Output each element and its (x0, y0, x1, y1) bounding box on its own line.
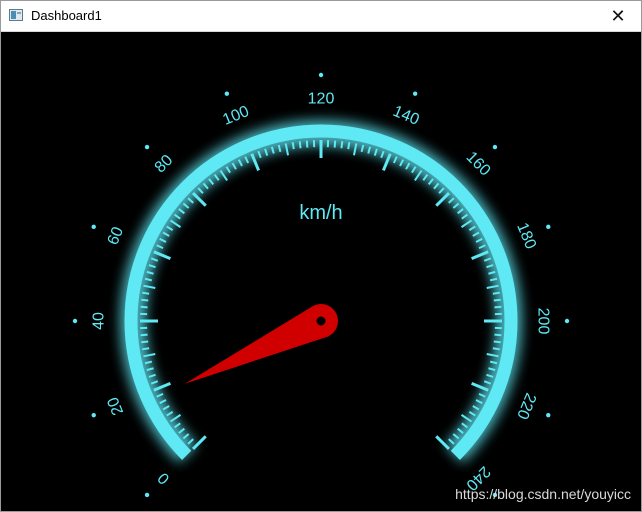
speed-needle (184, 303, 338, 384)
tick-label: 160 (463, 149, 494, 180)
minor-tick (141, 340, 149, 344)
outer-dot (546, 412, 551, 418)
minor-tick (494, 333, 502, 337)
minor-tick (305, 140, 309, 148)
outer-dot (412, 91, 418, 96)
outer-dot (564, 318, 570, 324)
outer-dot (318, 72, 324, 78)
window-title: Dashboard1 (31, 8, 102, 23)
outer-dot (492, 144, 498, 150)
minor-tick (291, 142, 295, 150)
watermark-text: https://blog.csdn.net/youyicc (455, 486, 631, 502)
minor-tick (492, 347, 500, 351)
minor-tick (140, 333, 148, 337)
dashboard-window: Dashboard1 ✕ 0 20 40 60 80 100 120 140 160 180 200… (0, 0, 642, 512)
title-bar[interactable]: Dashboard1 ✕ (1, 1, 641, 32)
speedometer-canvas: 0 20 40 60 80 100 120 140 160 180 200 220 240 km/h (1, 32, 641, 511)
minor-tick (298, 141, 302, 149)
tick-label: 220 (513, 390, 539, 421)
tick-label: 140 (390, 103, 421, 129)
minor-tick (142, 347, 150, 351)
outer-dot (144, 492, 150, 498)
unit-label: km/h (299, 202, 342, 224)
tick-label: 60 (105, 224, 128, 247)
minor-tick (493, 298, 501, 302)
minor-tick (493, 340, 501, 344)
outer-dot (546, 224, 551, 230)
tick-label: 120 (308, 91, 335, 108)
minor-tick (142, 291, 150, 295)
tick-label: 180 (513, 220, 539, 251)
tick-label: 80 (152, 152, 177, 177)
outer-dot (91, 412, 96, 418)
outer-dot (72, 318, 78, 324)
app-icon (9, 9, 23, 21)
tick-label: 40 (91, 312, 108, 330)
tick-label: 0 (155, 469, 173, 487)
tick-label: 20 (105, 394, 128, 417)
speedometer-gauge: 020406080100120140160180200220240 km/h (72, 72, 570, 498)
tick-label: 100 (220, 103, 251, 129)
minor-tick (140, 305, 148, 309)
needle-hub (316, 316, 326, 326)
minor-tick (333, 140, 337, 148)
close-button[interactable]: ✕ (595, 1, 641, 31)
minor-tick (340, 141, 344, 149)
minor-tick (347, 142, 351, 150)
tick-label: 200 (535, 308, 552, 335)
outer-dot (144, 144, 150, 150)
minor-tick (141, 298, 149, 302)
needle-pointer (184, 303, 338, 384)
outer-dot (91, 224, 96, 230)
outer-dot (224, 91, 230, 96)
gauge-ring (124, 124, 518, 460)
minor-tick (492, 291, 500, 295)
minor-tick (494, 305, 502, 309)
